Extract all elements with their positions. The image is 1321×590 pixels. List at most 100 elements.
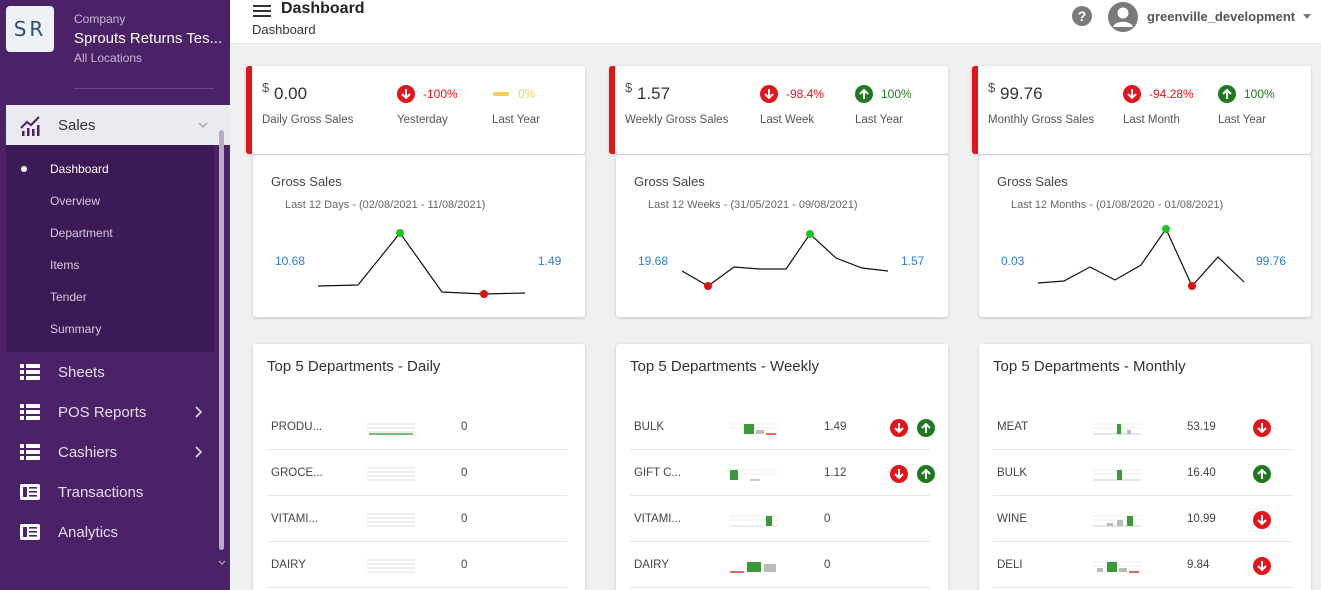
department-value: 0 [461, 421, 468, 433]
list-item[interactable]: DAIRY 0 [267, 542, 567, 588]
list-item[interactable]: BULK 16.40 [993, 450, 1293, 496]
change-last-year: 100% [1218, 84, 1275, 104]
department-value: 0 [824, 559, 831, 571]
list-item[interactable]: PRODU... 0 [267, 404, 567, 450]
sidebar-item-pos-reports[interactable]: POS Reports [0, 394, 215, 430]
sidebar-scrollbar[interactable] [219, 130, 224, 550]
department-name: VITAMI... [634, 513, 682, 525]
submenu-item-department[interactable]: Department [50, 226, 113, 240]
mini-bar-chart [1093, 561, 1141, 573]
page-title: Dashboard [281, 0, 365, 17]
sidebar-item-transactions[interactable]: Transactions [0, 474, 215, 510]
kpi-value: 1.57 [637, 84, 671, 103]
mini-bar-chart [367, 559, 415, 573]
list-item[interactable]: WINE 10.99 [993, 496, 1293, 542]
avatar[interactable] [1107, 1, 1139, 33]
divider [74, 88, 214, 89]
department-name: BULK [634, 421, 665, 433]
min-point [480, 290, 488, 298]
receipt-icon [20, 484, 40, 500]
kpi-value: 0.00 [274, 84, 308, 103]
first-value: 19.68 [638, 254, 669, 268]
kpi-card-weekly: $ 1.57 Weekly Gross Sales -98.4% Last We… [609, 66, 948, 154]
card-title: Gross Sales [634, 174, 705, 189]
brand: SR Company Sprouts Returns Tes... All Lo… [0, 0, 230, 90]
down-arrow-icon [1253, 419, 1271, 437]
list-item[interactable]: MEAT 53.19 [993, 404, 1293, 450]
change-value: 100% [1244, 87, 1275, 101]
gross-sales-card-monthly: Gross Sales Last 12 Months - (01/08/2020… [979, 155, 1311, 317]
scroll-down-icon[interactable] [217, 558, 227, 568]
list-item[interactable]: BULK 1.49 [630, 404, 935, 450]
dash-icon [493, 92, 509, 96]
list-item[interactable]: DAIRY 0 [630, 542, 930, 588]
kpi-label: Monthly Gross Sales [988, 114, 1095, 126]
sidebar-item-sheets[interactable]: Sheets [0, 354, 215, 390]
mini-bar-chart [367, 513, 415, 527]
breadcrumb[interactable]: Dashboard [252, 22, 316, 37]
hamburger-menu-icon[interactable] [252, 2, 272, 20]
change-last-month: -94.28% [1123, 84, 1194, 104]
change-label: Last Year [855, 114, 903, 126]
sidebar-item-label: Sheets [58, 363, 105, 381]
department-value: 9.84 [1187, 559, 1210, 571]
department-value: 0 [461, 513, 468, 525]
kpi-card-daily: $ 0.00 Daily Gross Sales -100% Yesterday… [246, 66, 585, 154]
sidebar-item-analytics[interactable]: Analytics [0, 514, 215, 550]
chevron-down-icon[interactable] [1303, 14, 1311, 20]
chevron-right-icon [195, 446, 203, 458]
list-icon [20, 364, 40, 380]
card-title: Top 5 Departments - Monthly [993, 358, 1186, 375]
first-value: 10.68 [275, 254, 306, 268]
chevron-right-icon [195, 406, 203, 418]
mini-bar-chart [1093, 423, 1141, 435]
sidebar-item-label: Transactions [58, 483, 144, 501]
gross-sales-card-daily: Gross Sales Last 12 Days - (02/08/2021 -… [253, 155, 585, 317]
change-label: Yesterday [397, 114, 448, 126]
department-name: WINE [997, 513, 1028, 525]
submenu-item-items[interactable]: Items [50, 258, 79, 272]
sidebar-item-sales[interactable]: Sales [6, 105, 230, 145]
card-subtitle: Last 12 Weeks - (31/05/2021 - 09/08/2021… [648, 199, 858, 211]
card-subtitle: Last 12 Months - (01/08/2020 - 01/08/202… [1011, 199, 1224, 211]
mini-bar-chart [730, 562, 776, 573]
change-value: -100% [423, 87, 458, 101]
chart-icon [20, 116, 40, 136]
mini-bar-chart [1093, 469, 1141, 481]
card-title: Gross Sales [271, 174, 342, 189]
submenu-item-dashboard[interactable]: Dashboard [50, 162, 109, 176]
list-item[interactable]: DELI 9.84 [993, 542, 1293, 588]
department-value: 53.19 [1187, 421, 1216, 433]
min-point [704, 282, 712, 290]
chevron-down-icon [198, 122, 208, 129]
mini-bar-chart [367, 467, 415, 481]
kpi-card-monthly: $ 99.76 Monthly Gross Sales -94.28% Last… [972, 66, 1311, 154]
change-last-year: 100% [855, 84, 912, 104]
submenu-item-summary[interactable]: Summary [50, 322, 101, 336]
list-item[interactable]: VITAMI... 0 [630, 496, 930, 542]
submenu-item-tender[interactable]: Tender [50, 290, 87, 304]
location-label[interactable]: All Locations [74, 51, 142, 65]
company-name[interactable]: Sprouts Returns Tes... [74, 30, 224, 47]
currency-symbol: $ [988, 80, 996, 95]
change-label: Last Month [1123, 114, 1180, 126]
department-name: DELI [997, 559, 1023, 571]
sidebar-item-cashiers[interactable]: Cashiers [0, 434, 215, 470]
list-item[interactable]: VITAMI... 0 [267, 496, 567, 542]
sidebar-item-label: Sales [58, 116, 96, 134]
user-menu[interactable]: greenville_development [1147, 9, 1295, 24]
list-item[interactable]: GIFT C... 1.12 [630, 450, 935, 496]
list-item[interactable]: GROCE... 0 [267, 450, 567, 496]
max-point [396, 229, 404, 237]
department-name: GIFT C... [634, 467, 682, 479]
department-value: 0 [461, 559, 468, 571]
company-label: Company [74, 12, 126, 26]
department-name: PRODU... [271, 421, 323, 433]
submenu-item-overview[interactable]: Overview [50, 194, 100, 208]
mini-bar-chart [730, 469, 778, 481]
max-point [806, 230, 814, 238]
list-icon [20, 404, 40, 420]
top-departments-daily: Top 5 Departments - Daily PRODU... 0 GRO… [253, 344, 585, 590]
brand-logo[interactable]: SR [6, 6, 54, 52]
help-icon[interactable]: ? [1072, 6, 1092, 26]
